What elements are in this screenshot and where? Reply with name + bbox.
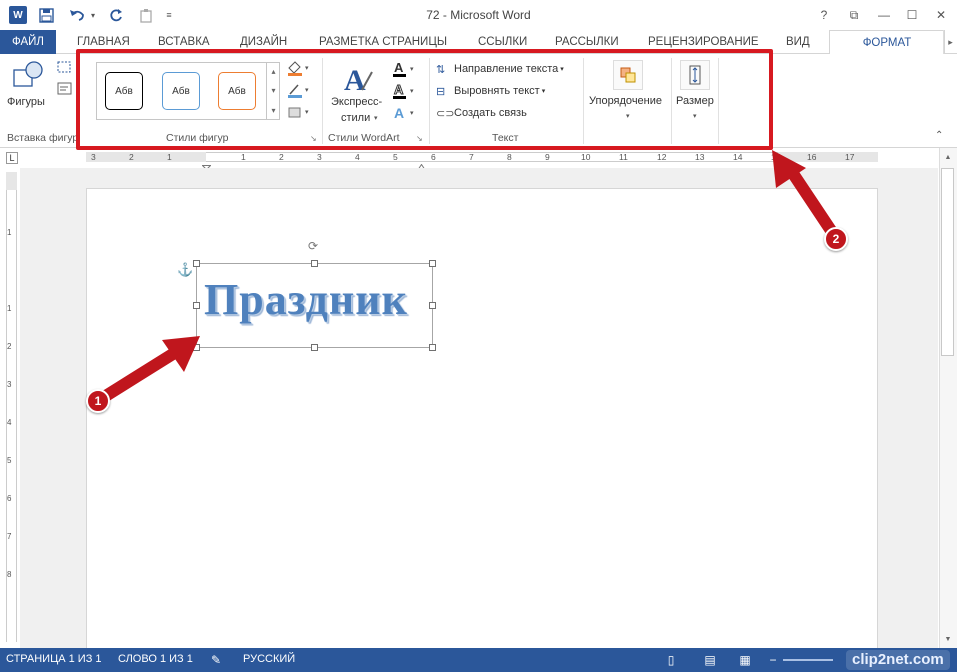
watermark-logo: clip2net.com bbox=[846, 650, 950, 670]
print-layout-icon[interactable]: ▤ bbox=[702, 652, 718, 668]
annotation-badge-2: 2 bbox=[824, 227, 848, 251]
annotation-badge-1: 1 bbox=[86, 389, 110, 413]
status-language[interactable]: РУССКИЙ bbox=[243, 653, 295, 665]
status-bar: СТРАНИЦА 1 ИЗ 1 СЛОВО 1 ИЗ 1 ✎ РУССКИЙ ▯… bbox=[0, 648, 957, 672]
web-layout-icon[interactable]: ▦ bbox=[737, 652, 753, 668]
arrow-1 bbox=[90, 336, 200, 408]
zoom-slider[interactable] bbox=[783, 659, 833, 661]
word-window: W ▾ ≡ 72 - Microsoft Word ? ⧉ — ☐ ✕ ФАЙЛ… bbox=[0, 0, 957, 672]
status-word-count[interactable]: СЛОВО 1 ИЗ 1 bbox=[118, 653, 193, 665]
zoom-out-icon[interactable]: − bbox=[765, 652, 781, 668]
annotation-arrows bbox=[90, 150, 842, 408]
status-page-count[interactable]: СТРАНИЦА 1 ИЗ 1 bbox=[6, 653, 102, 665]
proofing-icon[interactable]: ✎ bbox=[208, 652, 224, 668]
read-mode-icon[interactable]: ▯ bbox=[663, 652, 679, 668]
arrow-2 bbox=[772, 150, 842, 244]
